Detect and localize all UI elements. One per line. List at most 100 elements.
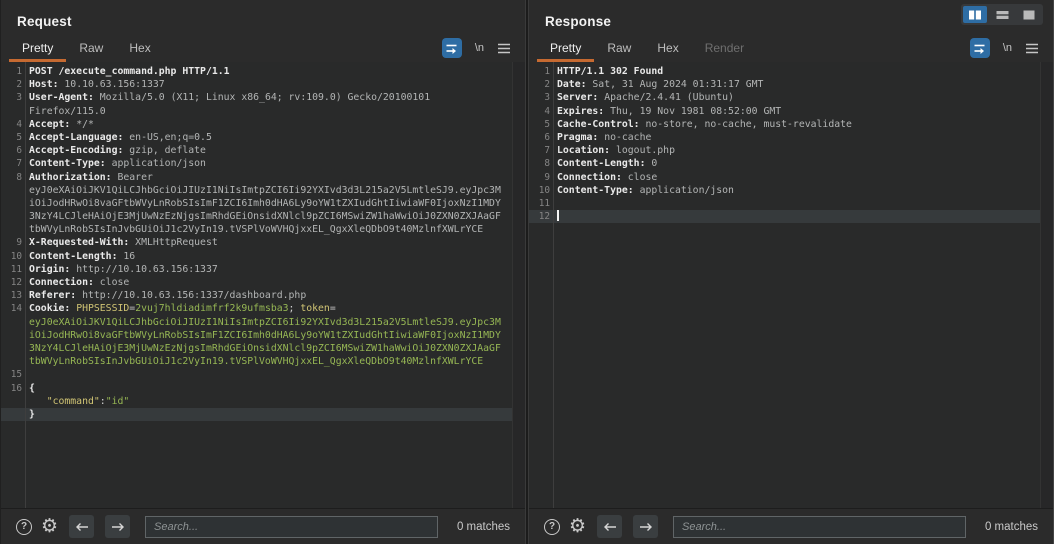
line-text: Content-Type: application/json: [22, 157, 206, 170]
split-columns-view-button[interactable]: [963, 6, 987, 23]
code-line[interactable]: 7Content-Type: application/json: [1, 157, 512, 170]
code-line[interactable]: iOiJodHRwOi8vaGFtbWVyLnRobSIsImF1ZCI6Imh…: [1, 329, 512, 342]
settings-gear-icon[interactable]: ⚙: [569, 517, 586, 536]
line-number: 10: [1, 250, 22, 263]
response-tab-hex[interactable]: Hex: [644, 34, 691, 62]
code-line[interactable]: "command":"id": [1, 395, 512, 408]
code-line[interactable]: Firefox/115.0: [1, 105, 512, 118]
show-newlines-button[interactable]: \n: [475, 42, 484, 54]
code-line[interactable]: 1HTTP/1.1 302 Found: [529, 65, 1040, 78]
response-editor[interactable]: 1HTTP/1.1 302 Found2Date: Sat, 31 Aug 20…: [529, 62, 1053, 508]
code-line[interactable]: eyJ0eXAiOiJKV1QiLCJhbGciOiJIUzI1NiIsImtp…: [1, 316, 512, 329]
line-number: 9: [1, 236, 22, 249]
line-number: [1, 210, 22, 223]
line-text: Host: 10.10.63.156:1337: [22, 78, 165, 91]
response-scrollbar[interactable]: [1040, 62, 1053, 508]
code-line[interactable]: 5Accept-Language: en-US,en;q=0.5: [1, 131, 512, 144]
single-pane-view-button[interactable]: [1017, 6, 1041, 23]
request-tab-raw[interactable]: Raw: [66, 34, 116, 62]
code-line[interactable]: 10Content-Length: 16: [1, 250, 512, 263]
line-number: [1, 223, 22, 236]
response-tab-raw[interactable]: Raw: [594, 34, 644, 62]
code-line[interactable]: 11Origin: http://10.10.63.156:1337: [1, 263, 512, 276]
line-number: 5: [1, 131, 22, 144]
line-number: [1, 184, 22, 197]
search-prev-button[interactable]: [69, 515, 94, 538]
search-next-button[interactable]: [105, 515, 130, 538]
show-newlines-button[interactable]: \n: [1003, 42, 1012, 54]
line-text: User-Agent: Mozilla/5.0 (X11; Linux x86_…: [22, 91, 430, 104]
code-line[interactable]: 6Accept-Encoding: gzip, deflate: [1, 144, 512, 157]
code-line[interactable]: 3User-Agent: Mozilla/5.0 (X11; Linux x86…: [1, 91, 512, 104]
line-text: Connection: close: [550, 171, 657, 184]
line-text: "command":"id": [22, 395, 129, 408]
request-title-row: Request: [1, 0, 525, 34]
line-number: [1, 105, 22, 118]
response-tab-render[interactable]: Render: [692, 34, 757, 62]
line-text: eyJ0eXAiOiJKV1QiLCJhbGciOiJIUzI1NiIsImtp…: [22, 316, 501, 329]
code-line[interactable]: 3NzY4LCJleHAiOjE3MjUwNzEzNjgsImRhdGEiOns…: [1, 210, 512, 223]
response-tab-pretty[interactable]: Pretty: [537, 34, 594, 62]
word-wrap-button[interactable]: [442, 38, 462, 58]
code-line[interactable]: 3Server: Apache/2.4.41 (Ubuntu): [529, 91, 1040, 104]
request-scrollbar[interactable]: [512, 62, 525, 508]
code-line[interactable]: 11: [529, 197, 1040, 210]
request-match-count: 0 matches: [457, 521, 510, 533]
code-line[interactable]: 12Connection: close: [1, 276, 512, 289]
code-line[interactable]: iOiJodHRwOi8vaGFtbWVyLnRobSIsImF1ZCI6Imh…: [1, 197, 512, 210]
line-text: Connection: close: [22, 276, 129, 289]
code-line[interactable]: 3NzY4LCJleHAiOjE3MjUwNzEzNjgsImRhdGEiOns…: [1, 342, 512, 355]
search-prev-button[interactable]: [597, 515, 622, 538]
line-number: 2: [1, 78, 22, 91]
split-rows-icon: [996, 10, 1009, 20]
request-tab-hex[interactable]: Hex: [116, 34, 163, 62]
code-line[interactable]: 4Expires: Thu, 19 Nov 1981 08:52:00 GMT: [529, 105, 1040, 118]
request-panel-title: Request: [17, 14, 72, 29]
code-line[interactable]: 6Pragma: no-cache: [529, 131, 1040, 144]
editor-menu-button[interactable]: [497, 43, 511, 54]
request-tab-pretty[interactable]: Pretty: [9, 34, 66, 62]
request-search-input[interactable]: [145, 516, 438, 538]
code-line[interactable]: 13Referer: http://10.10.63.156:1337/dash…: [1, 289, 512, 302]
request-editor[interactable]: 1POST /execute_command.php HTTP/1.12Host…: [1, 62, 525, 508]
line-number: [1, 342, 22, 355]
line-number: 3: [1, 91, 22, 104]
line-number: 15: [1, 368, 22, 381]
split-rows-view-button[interactable]: [990, 6, 1014, 23]
code-line[interactable]: tbWVyLnRobSIsInJvbGUiOiJ1c2VyIn19.tVSPlV…: [1, 223, 512, 236]
code-line[interactable]: 2Host: 10.10.63.156:1337: [1, 78, 512, 91]
code-line[interactable]: tbWVyLnRobSIsInJvbGUiOiJ1c2VyIn19.tVSPlV…: [1, 355, 512, 368]
line-text: 3NzY4LCJleHAiOjE3MjUwNzEzNjgsImRhdGEiOns…: [22, 342, 501, 355]
code-line[interactable]: 14Cookie: PHPSESSID=2vuj7hldiadimfrf2k9u…: [1, 302, 512, 315]
code-line[interactable]: 10Content-Type: application/json: [529, 184, 1040, 197]
code-line[interactable]: 1POST /execute_command.php HTTP/1.1: [1, 65, 512, 78]
response-search-input[interactable]: [673, 516, 966, 538]
search-next-button[interactable]: [633, 515, 658, 538]
code-line[interactable]: 9Connection: close: [529, 171, 1040, 184]
code-line[interactable]: 15: [1, 368, 512, 381]
word-wrap-button[interactable]: [970, 38, 990, 58]
code-line[interactable]: 12: [529, 210, 1040, 223]
line-text: Cache-Control: no-store, no-cache, must-…: [550, 118, 852, 131]
code-line[interactable]: }: [1, 408, 512, 421]
line-number: [1, 316, 22, 329]
code-line[interactable]: eyJ0eXAiOiJKV1QiLCJhbGciOiJIUzI1NiIsImtp…: [1, 184, 512, 197]
code-line[interactable]: 8Content-Length: 0: [529, 157, 1040, 170]
code-line[interactable]: 7Location: logout.php: [529, 144, 1040, 157]
line-number: 6: [529, 131, 550, 144]
code-line[interactable]: 2Date: Sat, 31 Aug 2024 01:31:17 GMT: [529, 78, 1040, 91]
help-icon[interactable]: ?: [544, 519, 560, 535]
line-number: 10: [529, 184, 550, 197]
settings-gear-icon[interactable]: ⚙: [41, 517, 58, 536]
help-icon[interactable]: ?: [16, 519, 32, 535]
code-line[interactable]: 8Authorization: Bearer: [1, 171, 512, 184]
gutter-divider: [553, 62, 554, 508]
single-pane-icon: [1023, 10, 1035, 20]
line-text: Content-Length: 0: [550, 157, 657, 170]
code-line[interactable]: 4Accept: */*: [1, 118, 512, 131]
code-line[interactable]: 9X-Requested-With: XMLHttpRequest: [1, 236, 512, 249]
code-line[interactable]: 16{: [1, 382, 512, 395]
editor-menu-button[interactable]: [1025, 43, 1039, 54]
code-line[interactable]: 5Cache-Control: no-store, no-cache, must…: [529, 118, 1040, 131]
response-panel-title: Response: [545, 14, 611, 29]
